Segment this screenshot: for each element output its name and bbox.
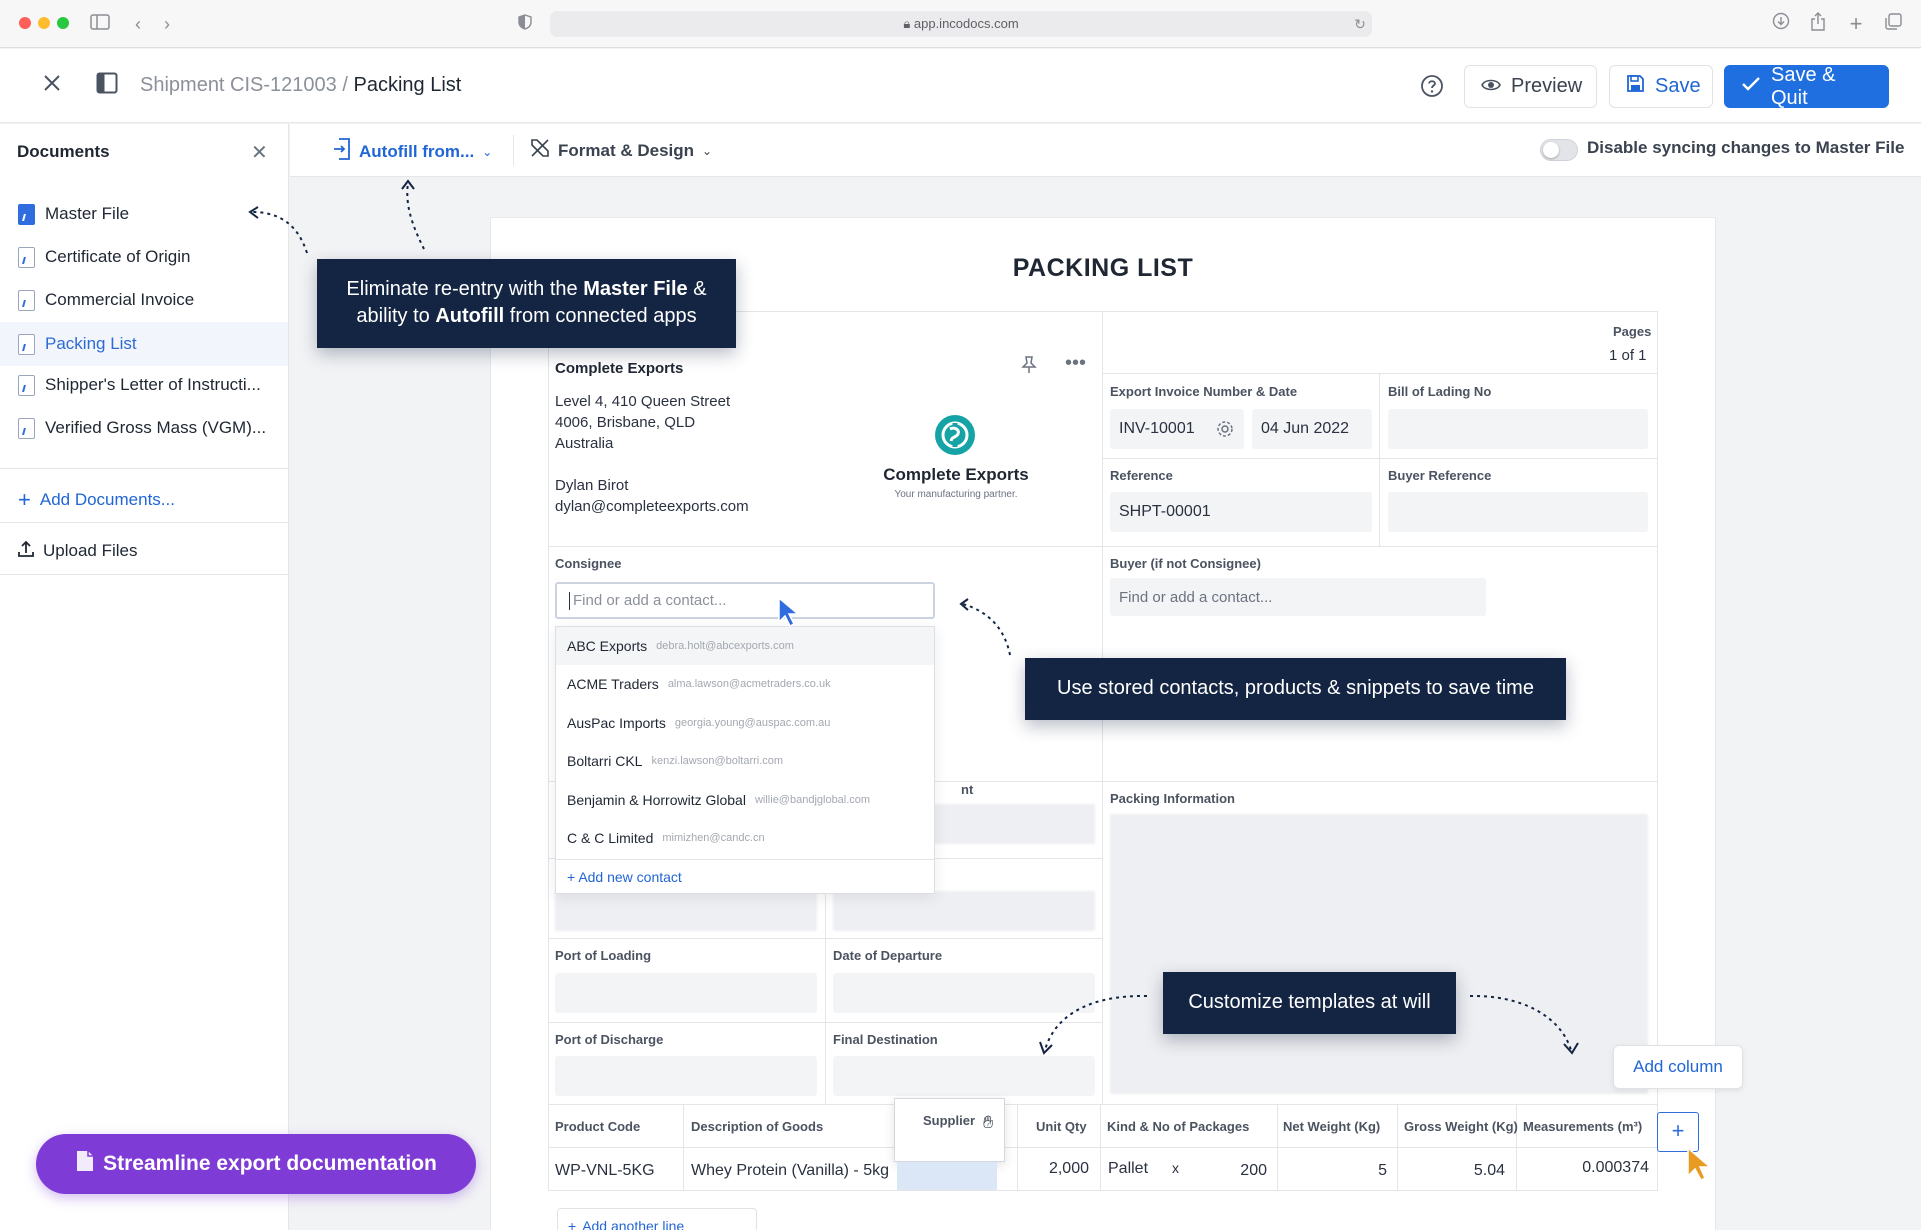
promo-banner[interactable]: Streamline export documentation — [36, 1134, 476, 1194]
promo-text: Streamline export documentation — [103, 1152, 437, 1175]
add-column-tooltip: Add column — [1613, 1045, 1743, 1089]
mouse-pointer-icon — [1686, 1146, 1716, 1187]
document-icon — [75, 1150, 95, 1178]
